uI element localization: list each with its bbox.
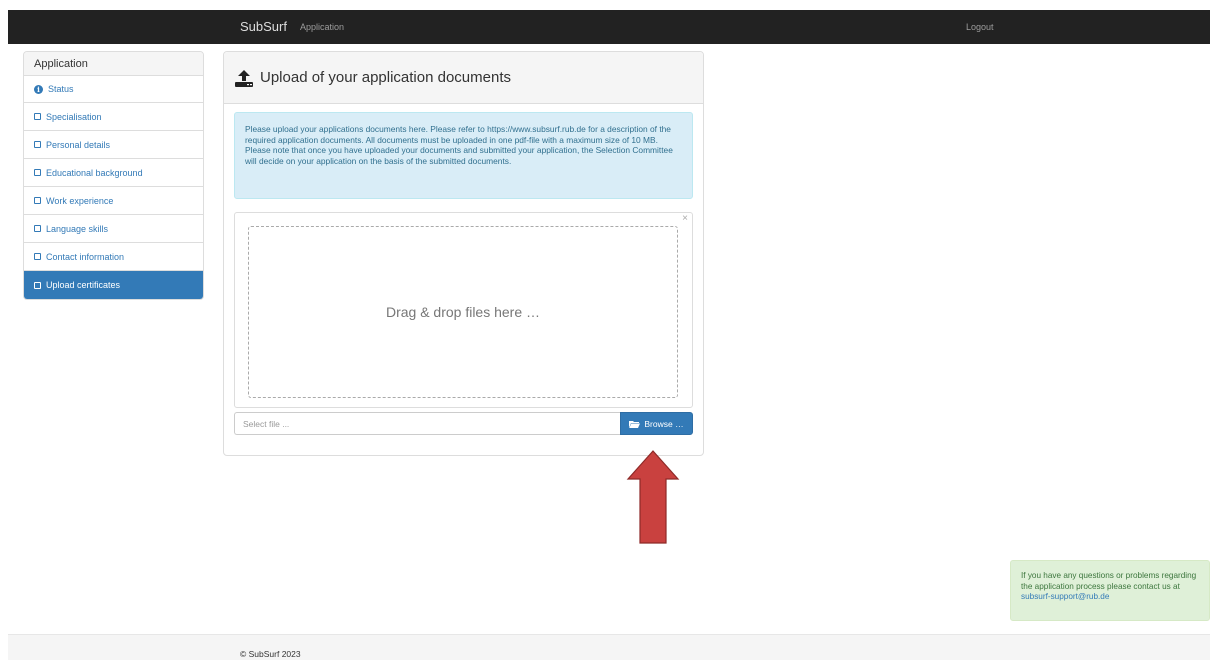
sidebar-item-contact-information[interactable]: Contact information	[24, 243, 203, 271]
drop-zone-text: Drag & drop files here …	[385, 304, 541, 320]
sidebar-item-label: Specialisation	[46, 111, 102, 122]
page-frame: SubSurf Application Logout Application i…	[8, 10, 1210, 660]
footer: © SubSurf 2023	[8, 634, 1210, 660]
checkbox-icon	[34, 141, 41, 148]
sidebar-item-educational-background[interactable]: Educational background	[24, 159, 203, 187]
sidebar-item-status[interactable]: i Status	[24, 76, 203, 103]
logout-link[interactable]: Logout	[966, 22, 994, 32]
sidebar-item-upload-certificates[interactable]: Upload certificates	[24, 271, 203, 299]
checkbox-icon	[34, 113, 41, 120]
upload-icon	[235, 69, 253, 87]
file-input-group: Select file ... Browse …	[234, 412, 693, 435]
sidebar-item-label: Language skills	[46, 223, 109, 234]
info-text: Please upload your applications document…	[245, 124, 671, 145]
sidebar-item-personal-details[interactable]: Personal details	[24, 131, 203, 159]
sidebar-item-language-skills[interactable]: Language skills	[24, 215, 203, 243]
page-title: Upload of your application documents	[260, 69, 511, 86]
browse-button-label: Browse …	[644, 418, 684, 429]
support-alert: If you have any questions or problems re…	[1010, 560, 1210, 621]
info-icon: i	[34, 84, 43, 94]
sidebar-item-work-experience[interactable]: Work experience	[24, 187, 203, 215]
support-email-link[interactable]: subsurf-support@rub.de	[1021, 592, 1109, 601]
support-text: If you have any questions or problems re…	[1021, 571, 1197, 591]
navbar: SubSurf Application Logout	[8, 10, 1210, 44]
file-caption-input[interactable]: Select file ...	[234, 412, 620, 435]
panel-heading: Upload of your application documents	[224, 52, 703, 104]
close-icon[interactable]: ×	[682, 213, 688, 224]
file-preview-area: × Drag & drop files here …	[234, 212, 693, 408]
sidebar-item-label: Upload certificates	[46, 280, 121, 290]
footer-copyright: © SubSurf 2023	[240, 649, 301, 659]
sidebar-item-specialisation[interactable]: Specialisation	[24, 103, 203, 131]
checkbox-icon	[34, 253, 41, 260]
checkbox-icon	[34, 281, 41, 289]
sidebar-item-label: Personal details	[46, 139, 111, 150]
sidebar-item-label: Educational background	[46, 167, 143, 178]
sidebar-heading: Application	[24, 52, 203, 76]
nav-application-link[interactable]: Application	[300, 22, 344, 32]
upload-panel: Upload of your application documents Ple…	[223, 51, 704, 456]
sidebar-item-label: Contact information	[46, 251, 125, 262]
sidebar: Application i Status Specialisation Pers…	[23, 51, 204, 300]
info-text-note: Please note that once you have uploaded …	[245, 145, 673, 166]
drop-zone[interactable]: Drag & drop files here …	[248, 226, 678, 398]
checkbox-icon	[34, 169, 41, 176]
checkbox-icon	[34, 225, 41, 232]
folder-open-icon	[629, 420, 641, 428]
checkbox-icon	[34, 197, 41, 204]
sidebar-item-label: Status	[48, 84, 74, 94]
red-arrow-annotation	[626, 450, 680, 544]
sidebar-item-label: Work experience	[46, 195, 114, 206]
info-alert: Please upload your applications document…	[234, 112, 693, 199]
brand-link[interactable]: SubSurf	[240, 19, 287, 34]
browse-button[interactable]: Browse …	[620, 412, 693, 435]
